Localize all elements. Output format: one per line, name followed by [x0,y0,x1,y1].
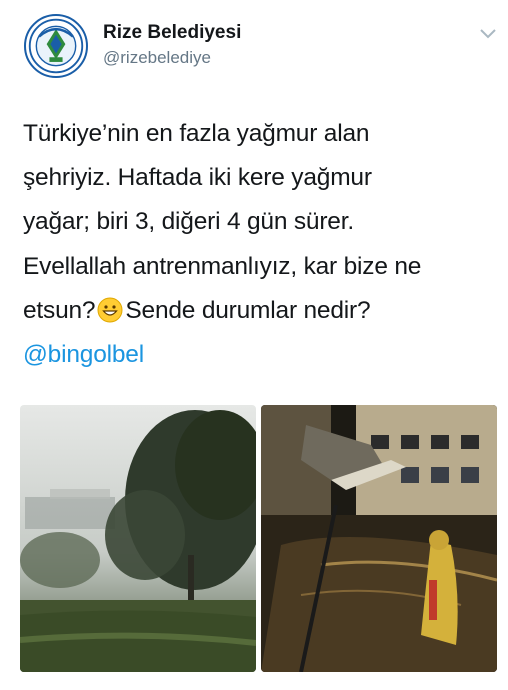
rize-municipality-logo-icon [28,18,84,74]
grinning-face-emoji-icon [97,297,123,323]
misty-tea-garden-photo[interactable] [20,405,256,672]
author-handle[interactable]: @rizebelediye [103,48,211,68]
tweet-line-with-emoji: etsun? Sende durumlar nedir? [23,289,493,333]
flooded-street-photo[interactable] [261,405,497,672]
avatar[interactable] [24,14,88,78]
tweet-line: Evellallah antrenmanlıyız, kar bize ne [23,252,422,280]
mention-link[interactable]: @bingolbel [23,333,493,377]
author-name[interactable]: Rize Belediyesi [103,22,241,44]
tweet-text: Türkiye’nin en fazla yağmur alan şehriyi… [23,112,493,377]
tweet-line-part: etsun? [23,296,96,324]
tweet-line: Türkiye’nin en fazla yağmur alan [23,120,370,147]
tweet-line: şehriyiz. Haftada iki kere yağmur [23,164,372,192]
tweet-line: yağar; biri 3, diğeri 4 gün sürer. [23,208,354,236]
tweet-line-part: Sende durumlar nedir? [125,296,371,324]
chevron-down-icon[interactable] [478,26,498,40]
